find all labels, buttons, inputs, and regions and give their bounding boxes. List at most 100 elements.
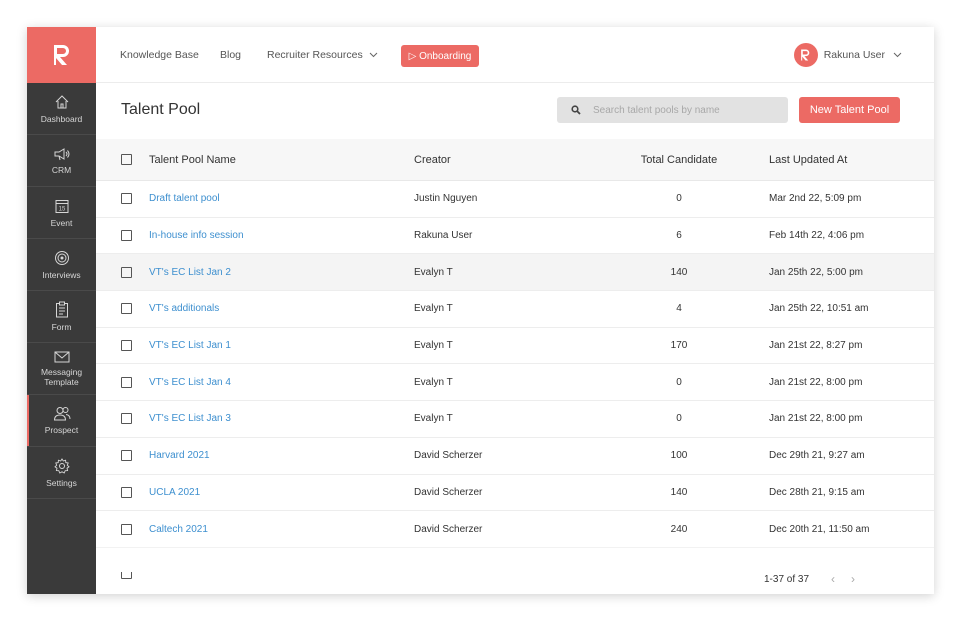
- home-icon: [55, 94, 68, 108]
- people-icon: [53, 407, 70, 421]
- total-candidate-cell: 0: [676, 376, 682, 388]
- creator-cell: Rakuna User: [414, 230, 473, 242]
- search-input[interactable]: [593, 104, 773, 116]
- creator-cell: David Scherzer: [414, 523, 483, 535]
- previous-page-button[interactable]: ‹: [831, 572, 835, 586]
- page-title: Talent Pool: [121, 101, 201, 118]
- sidebar-item-settings[interactable]: Settings: [27, 447, 96, 499]
- user-name: Rakuna User: [823, 49, 885, 61]
- creator-cell: Evalyn T: [414, 303, 453, 315]
- target-icon: [54, 250, 69, 265]
- row-checkbox[interactable]: [121, 303, 132, 315]
- logo[interactable]: [27, 27, 96, 83]
- sidebar-item-label: Settings: [46, 477, 77, 488]
- row-checkbox[interactable]: [121, 376, 132, 388]
- recruiter-resources-menu[interactable]: Recruiter Resources: [267, 49, 378, 61]
- talent-pool-table: Talent Pool Name Creator Total Candidate…: [96, 139, 934, 585]
- talent-pool-link[interactable]: UCLA 2021: [149, 487, 414, 498]
- select-all-checkbox[interactable]: [121, 154, 132, 165]
- last-updated-cell: Dec 29th 21, 9:27 am: [769, 450, 865, 462]
- rakuna-logo-icon: [801, 49, 810, 61]
- row-checkbox[interactable]: [121, 340, 132, 352]
- avatar: [793, 43, 818, 67]
- total-candidate-cell: 0: [676, 193, 682, 205]
- last-updated-cell: Feb 14th 22, 4:06 pm: [769, 230, 865, 242]
- talent-pool-link[interactable]: VT's EC List Jan 1: [149, 340, 414, 351]
- rakuna-logo-icon: [53, 45, 69, 65]
- creator-cell: David Scherzer: [414, 450, 483, 462]
- app-window: Dashboard CRM 15 Event Interviews Form M…: [27, 27, 934, 594]
- column-header-updated[interactable]: Last Updated At: [754, 154, 934, 166]
- new-talent-pool-button[interactable]: New Talent Pool: [799, 97, 900, 123]
- row-checkbox[interactable]: [121, 413, 132, 425]
- sidebar-item-interviews[interactable]: Interviews: [27, 239, 96, 291]
- last-updated-cell: Jan 25th 22, 10:51 am: [769, 303, 869, 315]
- talent-pool-link[interactable]: Draft talent pool: [149, 193, 414, 204]
- total-candidate-cell: 4: [676, 303, 682, 315]
- blog-link[interactable]: Blog: [220, 49, 241, 61]
- creator-cell: Justin Nguyen: [414, 193, 478, 205]
- table-row[interactable]: Harvard 2021 David Scherzer 100 Dec 29th…: [96, 438, 934, 475]
- envelope-icon: [54, 351, 69, 362]
- sidebar-item-event[interactable]: 15 Event: [27, 187, 96, 239]
- last-updated-cell: Jan 25th 22, 5:00 pm: [769, 266, 863, 278]
- recruiter-resources-label: Recruiter Resources: [267, 49, 363, 61]
- last-updated-cell: Dec 20th 21, 11:50 am: [769, 523, 870, 535]
- table-row[interactable]: Draft talent pool Justin Nguyen 0 Mar 2n…: [96, 181, 934, 218]
- column-header-total[interactable]: Total Candidate: [604, 154, 754, 166]
- creator-cell: Evalyn T: [414, 376, 453, 388]
- table-row[interactable]: UCLA 2021 David Scherzer 140 Dec 28th 21…: [96, 475, 934, 512]
- search-box[interactable]: [557, 97, 788, 123]
- sidebar-item-prospect[interactable]: Prospect: [27, 395, 96, 447]
- talent-pool-link[interactable]: In-house info session: [149, 230, 414, 241]
- creator-cell: Evalyn T: [414, 413, 453, 425]
- column-header-creator[interactable]: Creator: [414, 154, 604, 166]
- total-candidate-cell: 240: [670, 523, 688, 535]
- search-icon: [571, 105, 581, 115]
- total-candidate-cell: 140: [670, 486, 688, 498]
- talent-pool-link[interactable]: VT's EC List Jan 3: [149, 413, 414, 424]
- talent-pool-link[interactable]: VT's EC List Jan 2: [149, 267, 414, 278]
- pagination-range: 1-37 of 37: [764, 573, 810, 585]
- sidebar-item-label: Messaging Template: [40, 366, 83, 387]
- talent-pool-link[interactable]: VT's EC List Jan 4: [149, 377, 414, 388]
- chevron-down-icon: [369, 52, 378, 58]
- gear-icon: [53, 457, 70, 474]
- table-row[interactable]: VT's EC List Jan 4 Evalyn T 0 Jan 21st 2…: [96, 364, 934, 402]
- sidebar-item-crm[interactable]: CRM: [27, 135, 96, 187]
- pagination: 1-37 of 37 ‹ ›: [764, 572, 855, 586]
- talent-pool-link[interactable]: Harvard 2021: [149, 450, 414, 461]
- next-page-button[interactable]: ›: [851, 572, 855, 586]
- user-menu[interactable]: Rakuna User: [793, 43, 902, 67]
- calendar-day-text: 15: [58, 206, 65, 212]
- sidebar: Dashboard CRM 15 Event Interviews Form M…: [27, 27, 96, 594]
- row-checkbox[interactable]: [121, 266, 132, 278]
- creator-cell: David Scherzer: [414, 486, 483, 498]
- sidebar-item-dashboard[interactable]: Dashboard: [27, 83, 96, 135]
- last-updated-cell: Jan 21st 22, 8:00 pm: [769, 376, 863, 388]
- chevron-down-icon: [893, 52, 902, 58]
- table-row[interactable]: In-house info session Rakuna User 6 Feb …: [96, 218, 934, 255]
- total-candidate-cell: 100: [670, 450, 688, 462]
- knowledge-base-link[interactable]: Knowledge Base: [120, 49, 199, 61]
- sidebar-item-messaging-template[interactable]: Messaging Template: [27, 343, 96, 395]
- total-candidate-cell: 140: [670, 266, 688, 278]
- talent-pool-link[interactable]: VT's additionals: [149, 303, 414, 314]
- table-row[interactable]: VT's EC List Jan 1 Evalyn T 170 Jan 21st…: [96, 328, 934, 365]
- onboarding-button[interactable]: ▷ Onboarding: [401, 45, 479, 67]
- sidebar-item-label: Form: [51, 322, 72, 332]
- talent-pool-link[interactable]: Caltech 2021: [149, 524, 414, 535]
- row-checkbox[interactable]: [121, 450, 132, 462]
- total-candidate-cell: 170: [670, 340, 688, 352]
- table-row[interactable]: VT's EC List Jan 2 Evalyn T 140 Jan 25th…: [96, 254, 934, 292]
- sidebar-item-form[interactable]: Form: [27, 291, 96, 343]
- creator-cell: Evalyn T: [414, 266, 453, 278]
- table-row[interactable]: VT's additionals Evalyn T 4 Jan 25th 22,…: [96, 291, 934, 328]
- row-checkbox[interactable]: [121, 523, 132, 535]
- row-checkbox[interactable]: [121, 193, 132, 205]
- sidebar-item-label: CRM: [51, 164, 72, 175]
- row-checkbox[interactable]: [121, 486, 132, 498]
- row-checkbox[interactable]: [121, 230, 132, 242]
- column-header-name[interactable]: Talent Pool Name: [149, 154, 414, 166]
- table-row[interactable]: VT's EC List Jan 3 Evalyn T 0 Jan 21st 2…: [96, 401, 934, 438]
